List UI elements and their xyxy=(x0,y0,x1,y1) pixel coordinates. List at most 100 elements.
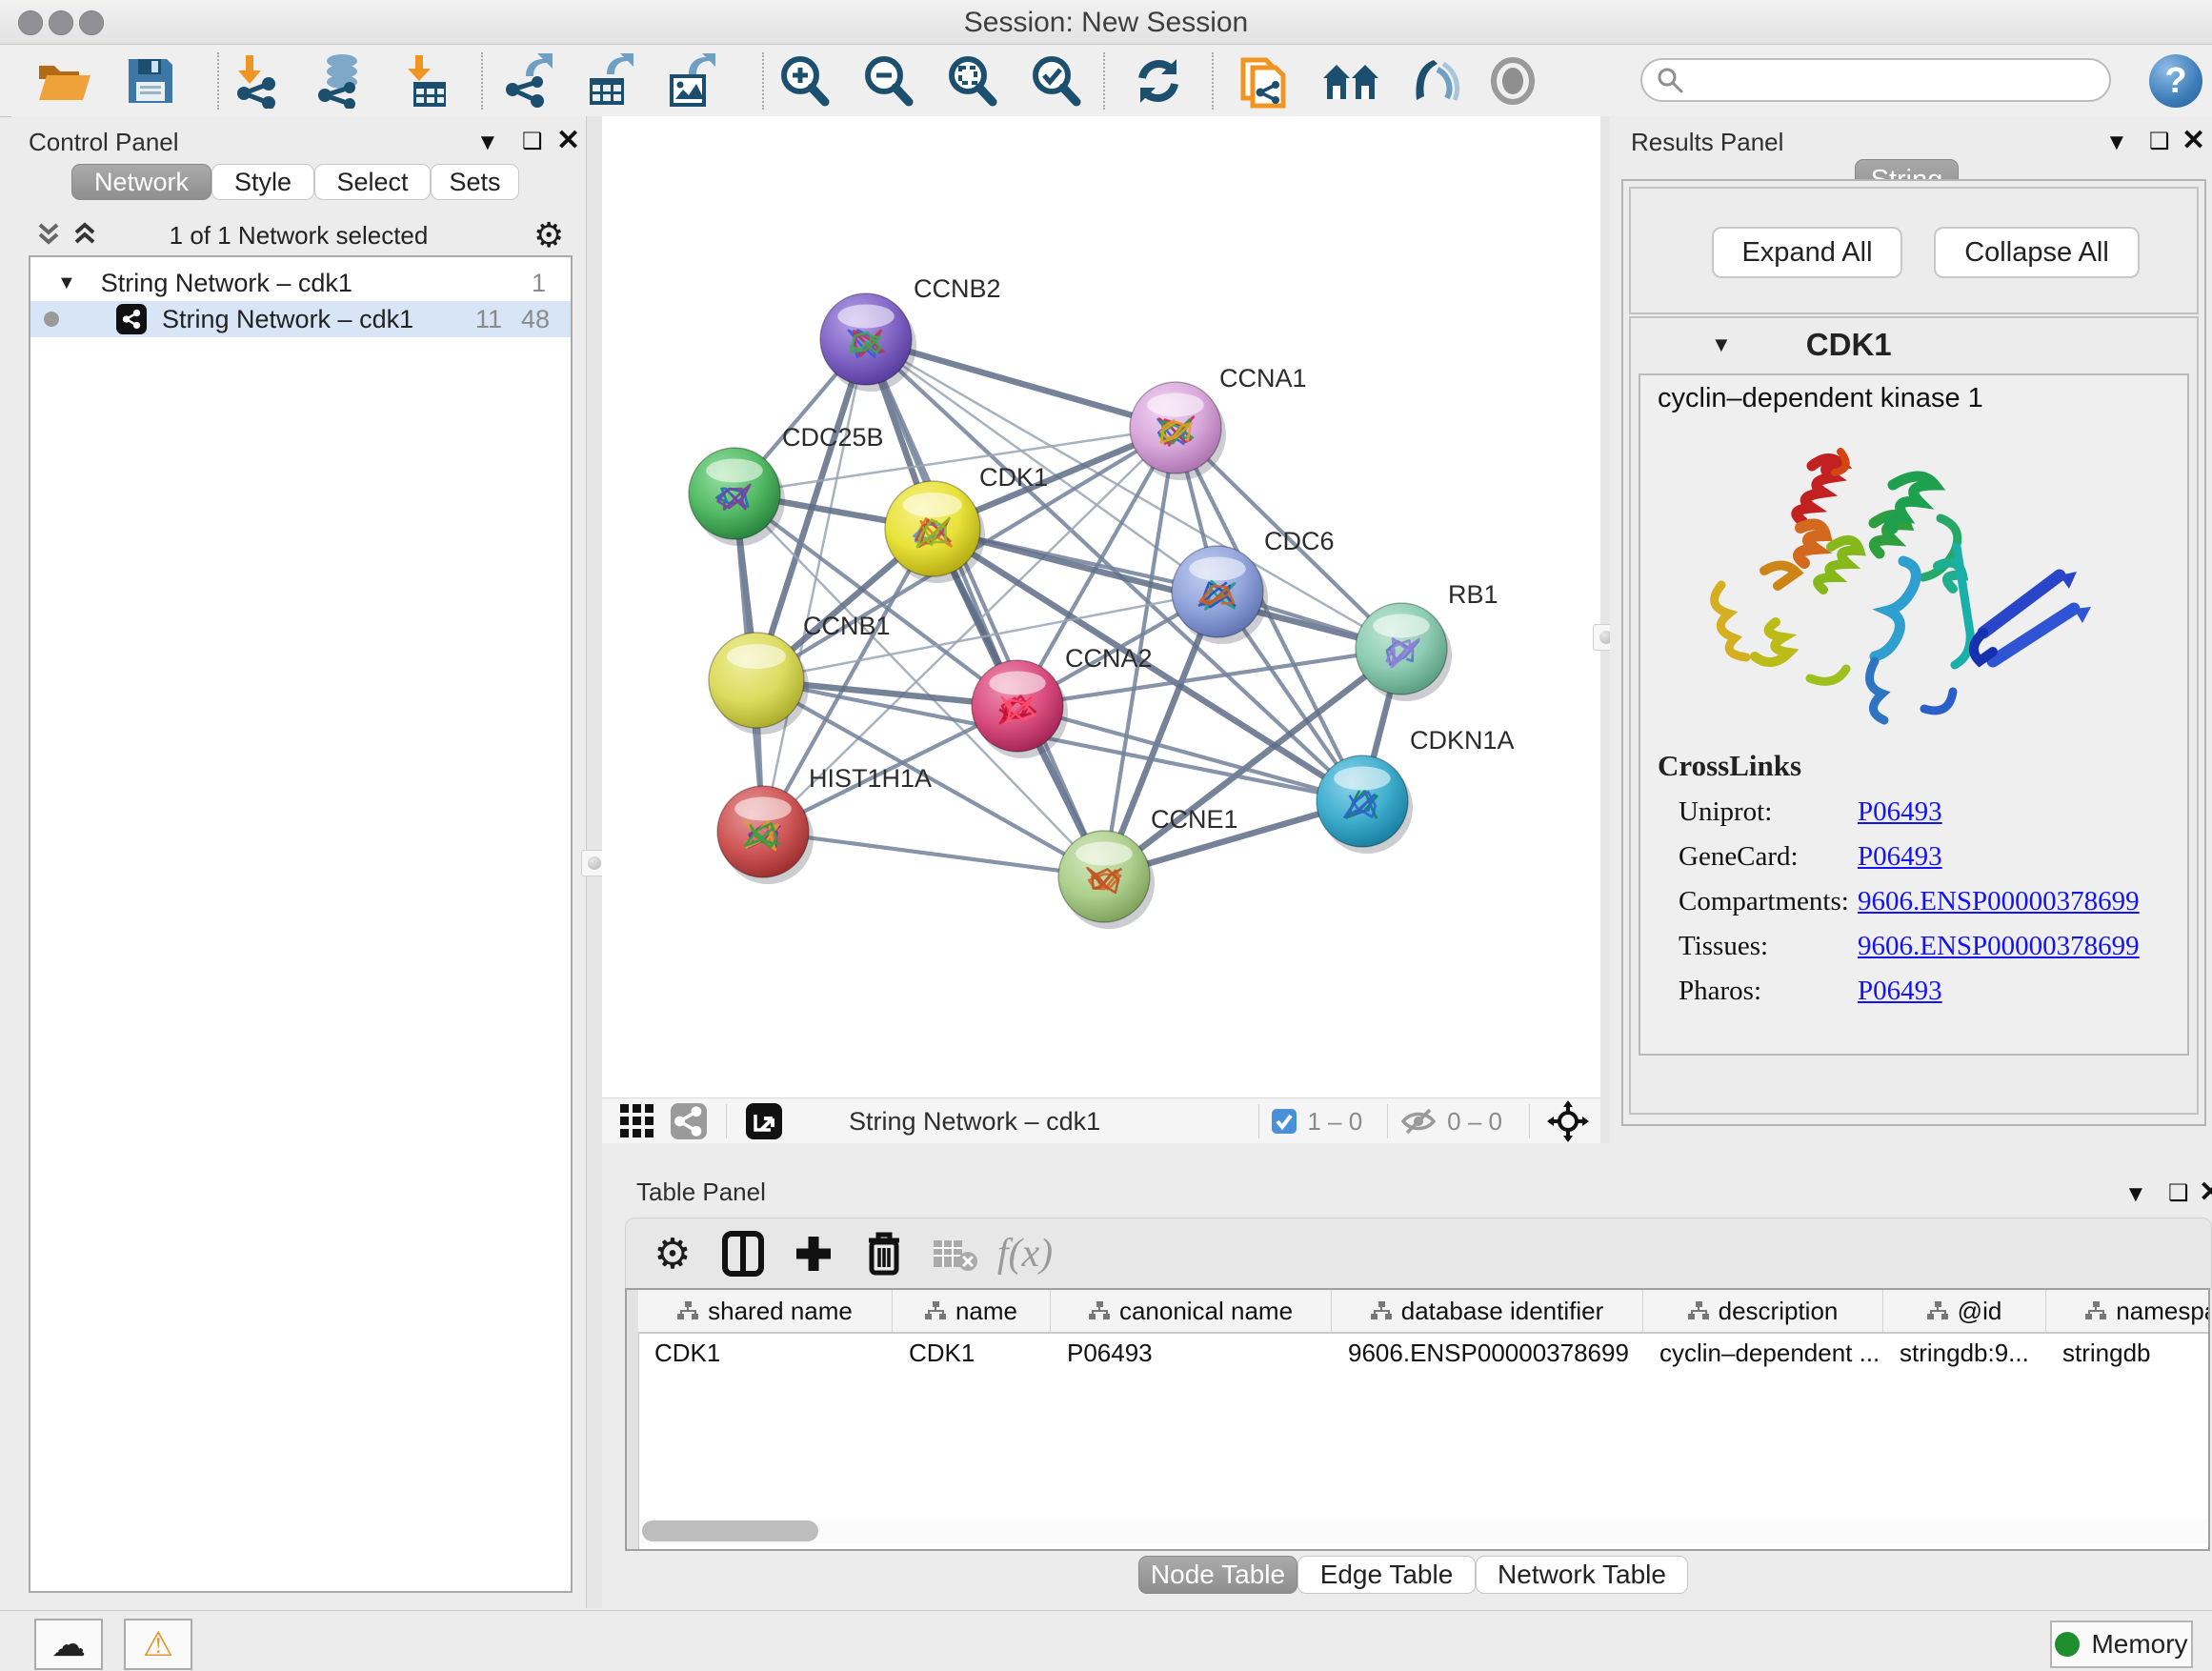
zoom-selected-icon xyxy=(1029,54,1082,108)
fit-content-button[interactable] xyxy=(1541,1093,1595,1150)
network-edge-CCNE1-HIST1H1A[interactable] xyxy=(763,832,1104,876)
column-header-database-identifier[interactable]: database identifier xyxy=(1332,1290,1643,1332)
table-cell[interactable]: CDK1 xyxy=(893,1334,1051,1372)
houses-button[interactable] xyxy=(1317,52,1385,110)
import-network-database-button[interactable] xyxy=(307,52,375,110)
tab-node-table[interactable]: Node Table xyxy=(1138,1556,1297,1594)
table-panel-close-button[interactable]: ✕ xyxy=(2199,1176,2212,1209)
table-cell[interactable]: CDK1 xyxy=(638,1334,893,1372)
main-toolbar: ? xyxy=(0,45,2212,117)
table-cell[interactable]: stringdb:9... xyxy=(1883,1334,2046,1372)
table-panel-float-button[interactable]: ❑ xyxy=(2168,1179,2189,1207)
network-node-RB1[interactable]: RB1 xyxy=(1356,580,1498,701)
column-header-canonical-name[interactable]: canonical name xyxy=(1051,1290,1332,1332)
export-network-button[interactable] xyxy=(493,52,562,110)
search-input[interactable] xyxy=(1684,65,2088,96)
crosslink-link[interactable]: P06493 xyxy=(1858,841,1942,873)
show-columns-button[interactable] xyxy=(708,1225,778,1282)
table-row[interactable]: CDK1CDK1P064939606.ENSP00000378699cyclin… xyxy=(638,1334,2210,1372)
column-header-name[interactable]: name xyxy=(893,1290,1051,1332)
gene-section-header[interactable]: ▼ CDK1 xyxy=(1631,318,2197,372)
delete-column-button[interactable] xyxy=(849,1225,919,1282)
scrollbar-thumb[interactable] xyxy=(642,1520,818,1541)
tab-edge-table[interactable]: Edge Table xyxy=(1297,1556,1476,1594)
node-table[interactable]: shared namenamecanonical namedatabase id… xyxy=(625,1288,2210,1551)
export-table-button[interactable] xyxy=(575,52,644,110)
zoom-fit-button[interactable] xyxy=(937,52,1006,110)
hidden-toggle[interactable] xyxy=(1399,1106,1438,1137)
warnings-button[interactable]: ⚠ xyxy=(124,1619,192,1670)
selected-checkbox[interactable] xyxy=(1271,1108,1297,1135)
help-button[interactable]: ? xyxy=(2149,54,2202,108)
export-image-button[interactable] xyxy=(657,52,726,110)
table-horizontal-scrollbar[interactable] xyxy=(640,1519,2208,1543)
tab-network-table[interactable]: Network Table xyxy=(1476,1556,1688,1594)
table-panel-menu-button[interactable]: ▼ xyxy=(2124,1181,2147,1208)
tab-sets[interactable]: Sets xyxy=(431,164,519,200)
network-row-selected[interactable]: String Network – cdk1 11 48 xyxy=(30,301,571,337)
cloud-button[interactable]: ☁ xyxy=(34,1619,103,1670)
table-cell[interactable]: P06493 xyxy=(1051,1334,1332,1372)
network-graph[interactable]: CCNB2CCNA1CDC25BCDK1CDC6RB1CCNB1CCNA2CDK… xyxy=(602,116,1600,1097)
table-cell[interactable]: 9606.ENSP00000378699 xyxy=(1332,1334,1643,1372)
network-node-HIST1H1A[interactable]: HIST1H1A xyxy=(717,764,932,884)
network-view-button[interactable] xyxy=(663,1093,714,1150)
tab-select[interactable]: Select xyxy=(314,164,431,200)
network-node-CDKN1A[interactable]: CDKN1A xyxy=(1317,726,1515,854)
column-header--id[interactable]: @id xyxy=(1883,1290,2046,1332)
save-session-button[interactable] xyxy=(116,52,185,110)
network-collection-row[interactable]: ▼ String Network – cdk1 1 xyxy=(30,265,571,301)
results-panel-menu-button[interactable]: ▼ xyxy=(2105,130,2128,156)
crosslink-link[interactable]: P06493 xyxy=(1858,796,1942,828)
tab-style[interactable]: Style xyxy=(211,164,314,200)
disclosure-triangle-icon[interactable]: ▼ xyxy=(1711,332,1732,357)
control-panel-menu-button[interactable]: ▼ xyxy=(476,130,499,156)
crosslink-link[interactable]: 9606.ENSP00000378699 xyxy=(1858,931,2140,962)
column-header-namespace[interactable]: namespace xyxy=(2046,1290,2210,1332)
results-panel-close-button[interactable]: ✕ xyxy=(2182,124,2205,157)
crosslink-link[interactable]: P06493 xyxy=(1858,976,1942,1007)
create-column-button[interactable] xyxy=(778,1225,849,1282)
node-label-CDK1: CDK1 xyxy=(979,463,1048,492)
network-edge-CCNB2-HIST1H1A[interactable] xyxy=(763,339,866,832)
network-node-CCNE1[interactable]: CCNE1 xyxy=(1058,805,1238,929)
network-node-CDK1[interactable]: CDK1 xyxy=(885,463,1048,583)
disclosure-triangle-icon[interactable]: ▼ xyxy=(57,272,76,294)
zoom-selected-button[interactable] xyxy=(1021,52,1090,110)
refresh-layout-button[interactable] xyxy=(1124,52,1193,110)
tab-network[interactable]: Network xyxy=(71,164,211,200)
table-cell[interactable]: cyclin–dependent ... xyxy=(1643,1334,1883,1372)
expand-all-button[interactable]: Expand All xyxy=(1712,227,1902,278)
table-options-gear-icon[interactable]: ⚙ xyxy=(637,1225,708,1282)
zoom-in-button[interactable] xyxy=(770,52,838,110)
network-edge-CCNB2-CCNE1[interactable] xyxy=(866,339,1104,876)
column-header-shared-name[interactable]: shared name xyxy=(638,1290,893,1332)
column-type-icon xyxy=(1688,1301,1709,1320)
collapse-all-button[interactable]: Collapse All xyxy=(1934,227,2140,278)
network-node-CDC25B[interactable]: CDC25B xyxy=(689,423,884,546)
network-node-CCNB2[interactable]: CCNB2 xyxy=(820,274,1001,392)
level-of-detail-button[interactable] xyxy=(1478,52,1547,110)
network-node-CCNB1[interactable]: CCNB1 xyxy=(709,612,891,735)
control-panel-close-button[interactable]: ✕ xyxy=(556,124,580,157)
crosslink-link[interactable]: 9606.ENSP00000378699 xyxy=(1858,886,2140,917)
import-network-file-button[interactable] xyxy=(223,52,292,110)
zoom-out-button[interactable] xyxy=(854,52,922,110)
memory-button[interactable]: Memory xyxy=(2050,1621,2193,1668)
table-cell[interactable]: stringdb xyxy=(2046,1334,2210,1372)
column-header-description[interactable]: description xyxy=(1643,1290,1883,1332)
birdseye-view-button[interactable] xyxy=(738,1093,790,1150)
network-canvas[interactable]: CCNB2CCNA1CDC25BCDK1CDC6RB1CCNB1CCNA2CDK… xyxy=(602,116,1600,1097)
grid-view-button[interactable] xyxy=(612,1093,663,1150)
control-panel-float-button[interactable]: ❑ xyxy=(522,128,543,155)
open-session-button[interactable] xyxy=(30,52,99,110)
hide-graphics-button[interactable] xyxy=(1398,52,1467,110)
network-options-gear-icon[interactable]: ⚙ xyxy=(533,215,564,255)
duplicate-network-button[interactable] xyxy=(1231,52,1299,110)
results-panel-float-button[interactable]: ❑ xyxy=(2149,128,2170,155)
import-table-file-button[interactable] xyxy=(392,52,461,110)
search-icon xyxy=(1656,66,1684,94)
hide-graphics-icon xyxy=(1405,56,1460,106)
search-field-container xyxy=(1640,58,2111,102)
network-node-CCNA1[interactable]: CCNA1 xyxy=(1130,364,1307,480)
